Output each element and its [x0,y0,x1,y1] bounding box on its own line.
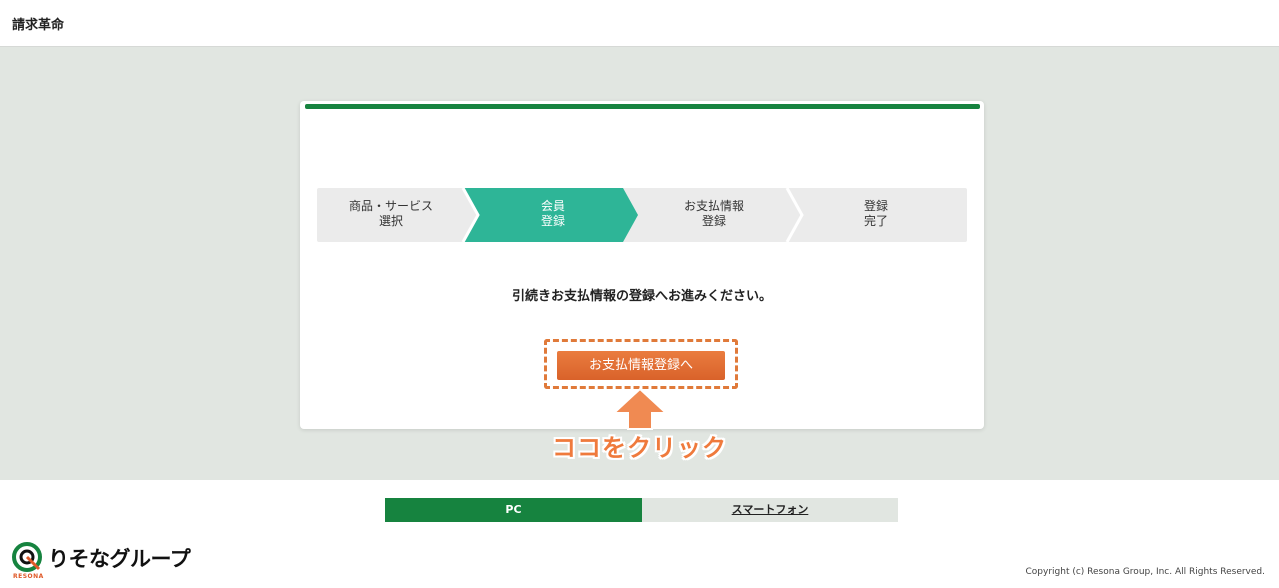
resona-logo: りそなグループ RESONA [12,542,192,582]
step-3: お支払情報 登録 [653,199,775,229]
footer: PC スマートフォン りそなグループ RESONA Copyright (c) … [0,480,1279,588]
step-3-line2: 登録 [701,214,726,228]
click-hint-text: ココをクリック [552,434,727,462]
header: 請求革命 [0,0,1279,47]
step-1-line2: 選択 [378,214,403,228]
card-accent-bar [305,104,980,109]
registration-card: 商品・サービス 選択 会員 登録 お支払情報 登録 登録 完了 引続きお支払情報… [300,101,984,429]
guide-text: 引続きお支払情報の登録へお進みください。 [511,289,772,304]
view-smartphone-link[interactable]: スマートフォン [642,498,898,522]
payment-registration-button[interactable]: お支払情報登録へ [557,351,725,380]
resona-logo-sub: RESONA [13,573,44,580]
view-pc-tab[interactable]: PC [385,498,642,522]
step-4-line1: 登録 [863,199,888,213]
step-2-line1: 会員 [540,199,565,213]
step-2: 会員 登録 [492,199,614,229]
step-1-line1: 商品・サービス [348,199,433,213]
resona-logo-text: りそなグループ [48,547,191,571]
up-arrow-icon [612,387,668,430]
highlight-frame: お支払情報登録へ [544,339,738,389]
resona-logo-icon [12,542,42,572]
copyright-text: Copyright (c) Resona Group, Inc. All Rig… [1025,567,1266,577]
app-title: 請求革命 [12,18,65,33]
step-4: 登録 完了 [815,199,937,229]
step-3-line1: お支払情報 [683,199,744,213]
step-1: 商品・サービス 選択 [329,199,453,229]
step-2-line2: 登録 [540,214,565,228]
main-area: 商品・サービス 選択 会員 登録 お支払情報 登録 登録 完了 引続きお支払情報… [0,47,1279,480]
view-toggle: PC スマートフォン [385,498,898,522]
step-4-line2: 完了 [863,214,888,228]
step-progress: 商品・サービス 選択 会員 登録 お支払情報 登録 登録 完了 [317,188,967,242]
